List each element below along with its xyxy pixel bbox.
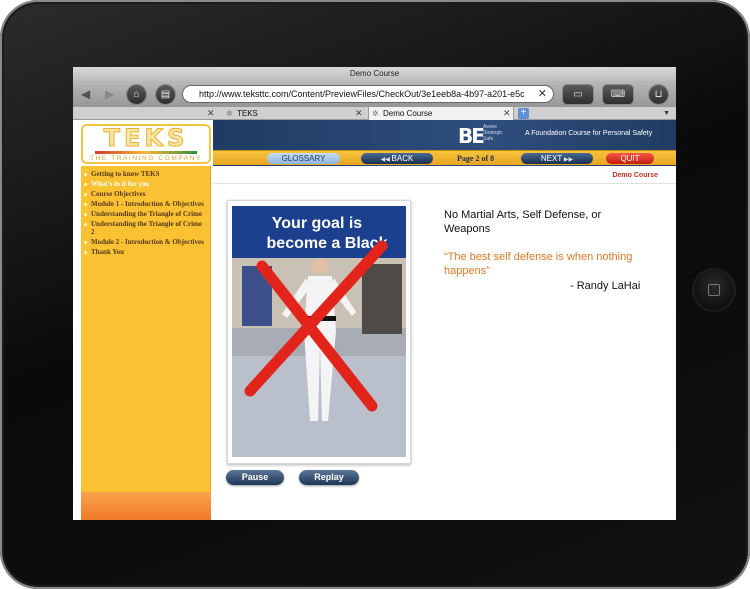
back-button[interactable]: ◀◀ BACK (361, 153, 433, 164)
page-indicator: Page 2 of 8 (457, 154, 495, 163)
sidebar-item-getting-to-know-teks[interactable]: Getting to know TEKS (81, 170, 210, 180)
tab-label: Demo Course (383, 109, 433, 118)
home-icon[interactable]: ⌂ (127, 85, 146, 104)
sidebar-item-triangle-of-crime[interactable]: Understanding the Triangle of Crime (81, 210, 210, 220)
back-arrow-icon[interactable]: ◀ (81, 87, 90, 101)
tab-teks[interactable]: ✲ TEKS ✕ (223, 107, 365, 120)
sidebar-item-triangle-of-crime-2[interactable]: Understanding the Triangle of Crime 2 (81, 220, 210, 238)
sidebar-item-module-1[interactable]: Module 1 - Introduction & Objectives (81, 200, 210, 210)
quote-author: - Randy LaHai (570, 280, 641, 292)
replay-button[interactable]: Replay (299, 470, 359, 485)
logo-word: TEKS (103, 124, 189, 152)
glossary-label: GLOSSARY (281, 154, 326, 163)
logo-subtitle: THE TRAINING COMPANY (90, 155, 202, 162)
tab-bar: ✕ ✲ TEKS ✕ ✲ Demo Course ✕ + ▼ (73, 107, 676, 120)
site-favicon-icon: ✲ (226, 109, 233, 118)
video-frame: Your goal is become a Black (227, 200, 411, 464)
replay-label: Replay (314, 472, 344, 482)
glossary-button[interactable]: GLOSSARY (267, 153, 340, 164)
sidebar-footer (81, 492, 211, 520)
tab-demo-course[interactable]: ✲ Demo Course ✕ (368, 107, 514, 120)
cart-icon[interactable]: ⊔ (649, 85, 668, 104)
url-text: http://www.teksttc.com/Content/PreviewFi… (199, 89, 525, 99)
bookmarks-icon[interactable]: ▤ (156, 85, 175, 104)
course-page: TEKS THE TRAINING COMPANY BE Aware Strat… (73, 120, 676, 520)
sidebar-item-whats-in-it-for-you[interactable]: What's in it for you (81, 180, 210, 190)
banner-line-1: Your goal is (272, 215, 362, 232)
next-button[interactable]: NEXT ▶▶ (521, 153, 593, 164)
banner-line-2: become a Black (267, 235, 388, 252)
close-tab-icon[interactable]: ✕ (503, 107, 511, 120)
next-arrow-icon: ▶▶ (562, 157, 574, 163)
close-tab-icon[interactable]: ✕ (207, 107, 215, 120)
tablet-device: Demo Course ◀ ▶ ⌂ ▤ http://www.teksttc.c… (0, 0, 750, 589)
pause-label: Pause (241, 472, 269, 482)
be-word: Safe (483, 136, 494, 142)
divider (213, 183, 676, 184)
next-label: NEXT (540, 154, 563, 163)
tab-menu-icon[interactable]: ▼ (663, 107, 670, 120)
video-still-illustration: Your goal is become a Black (232, 206, 406, 457)
fullscreen-icon[interactable]: ▭ (563, 85, 593, 104)
site-favicon-icon: ✲ (372, 109, 379, 118)
home-button[interactable] (694, 270, 734, 310)
teks-logo: TEKS THE TRAINING COMPANY (81, 124, 211, 164)
clear-url-icon[interactable]: ✕ (538, 86, 547, 102)
course-navbar: GLOSSARY ◀◀ BACK Page 2 of 8 NEXT ▶▶ QUI… (213, 150, 676, 165)
browser-toolbar: ◀ ▶ ⌂ ▤ http://www.teksttc.com/Content/P… (73, 81, 676, 107)
screen: Demo Course ◀ ▶ ⌂ ▤ http://www.teksttc.c… (73, 67, 676, 520)
new-tab-icon[interactable]: + (518, 108, 529, 119)
window-title: Demo Course (73, 67, 676, 81)
pause-button[interactable]: Pause (226, 470, 284, 485)
quote-heading: No Martial Arts, Self Defense, or Weapon… (444, 209, 602, 235)
course-tagline: A Foundation Course for Personal Safety (525, 130, 653, 137)
sidebar-item-course-objectives[interactable]: Course Objectives (81, 190, 210, 200)
be-logo-words: Aware Strategic Safe (483, 124, 503, 142)
url-field[interactable]: http://www.teksttc.com/Content/PreviewFi… (182, 85, 554, 103)
course-label: Demo Course (612, 172, 658, 179)
quit-label: QUIT (620, 154, 640, 163)
keyboard-icon[interactable]: ⌨ (603, 85, 633, 104)
sidebar-item-thank-you[interactable]: Thank You (81, 248, 210, 258)
quit-button[interactable]: QUIT (606, 153, 654, 164)
close-tab-icon[interactable]: ✕ (355, 107, 363, 120)
course-sidebar: Getting to know TEKS What's in it for yo… (81, 166, 211, 520)
back-arrow-icon: ◀◀ (380, 157, 392, 163)
tab-label: TEKS (237, 109, 258, 118)
be-logo: BE (458, 124, 485, 148)
sidebar-item-module-2[interactable]: Module 2 - Introduction & Objectives (81, 238, 210, 248)
quote-text: “The best self defense is when nothing h… (444, 251, 633, 277)
sidebar-menu: Getting to know TEKS What's in it for yo… (81, 166, 210, 258)
video-still: Your goal is become a Black (232, 206, 406, 457)
back-label: BACK (391, 154, 414, 163)
forward-arrow-icon[interactable]: ▶ (105, 87, 114, 101)
